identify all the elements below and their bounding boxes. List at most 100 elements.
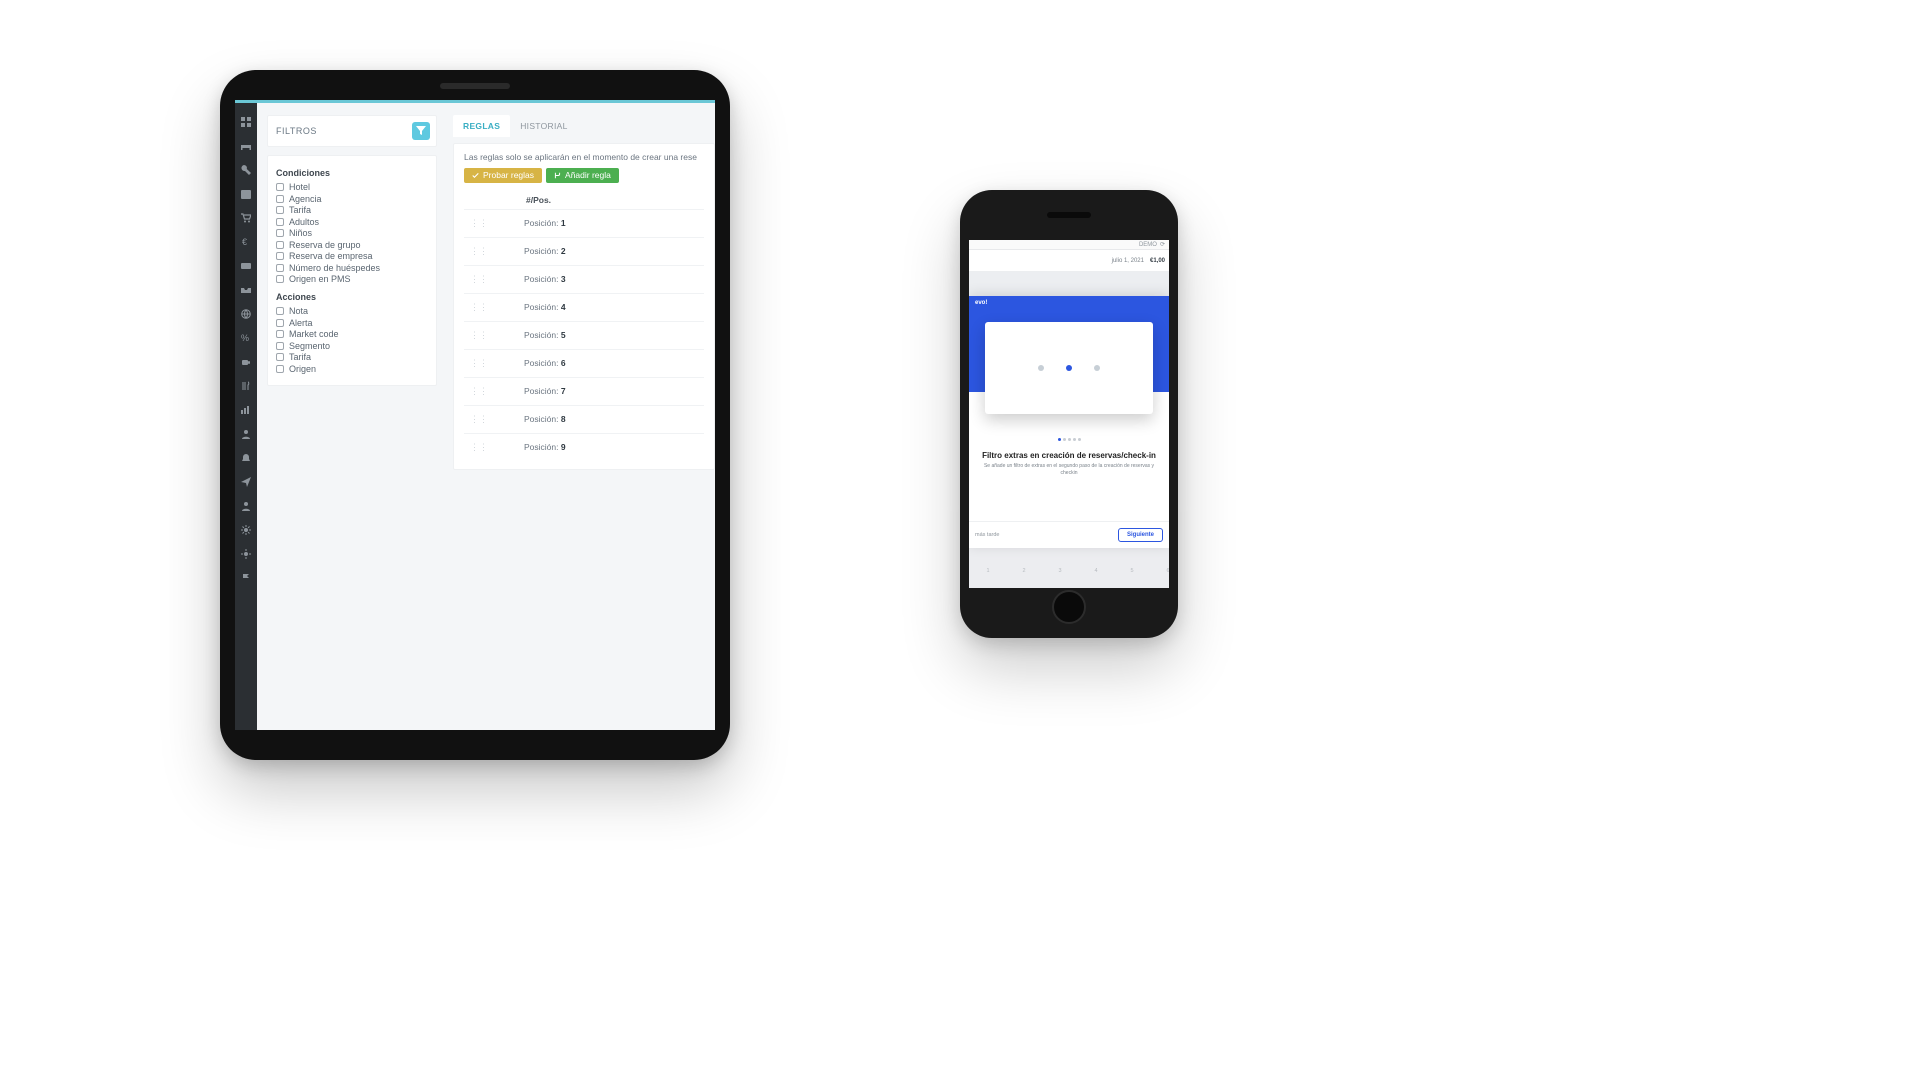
rule-row[interactable]: ⋮⋮Posición: 8 xyxy=(464,405,704,433)
drag-handle-icon[interactable]: ⋮⋮ xyxy=(464,330,478,341)
drag-handle-icon[interactable]: ⋮⋮ xyxy=(464,246,478,257)
nav-globe-icon[interactable] xyxy=(241,309,251,319)
test-rules-button[interactable]: Probar reglas xyxy=(464,168,542,183)
step-dot-active xyxy=(1066,365,1072,371)
rule-row[interactable]: ⋮⋮Posición: 9 xyxy=(464,433,704,461)
add-rule-button[interactable]: Añadir regla xyxy=(546,168,619,183)
nav-coffee-icon[interactable] xyxy=(241,357,251,367)
amount: €1,00 xyxy=(1150,258,1165,264)
phone-screen: DEMO ⟳ julio 1, 2021 €1,00 1 2 3 4 5 6 7… xyxy=(969,240,1169,588)
drag-handle-icon[interactable]: ⋮⋮ xyxy=(464,414,478,425)
checkbox-icon xyxy=(276,275,284,283)
condition-item[interactable]: Reserva de empresa xyxy=(276,251,428,261)
checkbox-icon xyxy=(276,307,284,315)
drag-handle-icon[interactable]: ⋮⋮ xyxy=(464,302,478,313)
rule-row[interactable]: ⋮⋮Posición: 6 xyxy=(464,349,704,377)
nav-gear-icon[interactable] xyxy=(241,525,251,535)
modal-footer: más tarde Siguiente xyxy=(969,521,1169,548)
checkbox-icon xyxy=(276,229,284,237)
svg-text:€: € xyxy=(242,237,247,247)
condition-item[interactable]: Hotel xyxy=(276,182,428,192)
drag-handle-icon[interactable]: ⋮⋮ xyxy=(464,218,478,229)
condition-item[interactable]: Reserva de grupo xyxy=(276,240,428,250)
rule-position: Posición: 2 xyxy=(478,246,704,256)
nav-gear2-icon[interactable] xyxy=(241,549,251,559)
rule-position: Posición: 5 xyxy=(478,330,704,340)
rule-row[interactable]: ⋮⋮Posición: 7 xyxy=(464,377,704,405)
rule-row[interactable]: ⋮⋮Posición: 5 xyxy=(464,321,704,349)
dot-icon xyxy=(1068,438,1071,441)
later-link[interactable]: más tarde xyxy=(975,532,999,538)
condition-item[interactable]: Agencia xyxy=(276,194,428,204)
rules-rows: ⋮⋮Posición: 1⋮⋮Posición: 2⋮⋮Posición: 3⋮… xyxy=(464,209,704,461)
date-range: julio 1, 2021 xyxy=(1112,258,1144,264)
nav-user2-icon[interactable] xyxy=(241,501,251,511)
nav-bell-icon[interactable] xyxy=(241,453,251,463)
tab-rules[interactable]: REGLAS xyxy=(453,115,510,137)
rule-row[interactable]: ⋮⋮Posición: 4 xyxy=(464,293,704,321)
rules-body: Las reglas solo se aplicarán en el momen… xyxy=(453,143,715,470)
nav-user-icon[interactable] xyxy=(241,429,251,439)
stepper xyxy=(1038,365,1100,371)
nav-bed-icon[interactable] xyxy=(241,141,251,151)
checkbox-icon xyxy=(276,319,284,327)
tab-history[interactable]: HISTORIAL xyxy=(510,115,577,137)
branch-icon xyxy=(554,172,561,179)
dot-icon xyxy=(1058,438,1061,441)
page-indicator xyxy=(979,438,1159,441)
drag-handle-icon[interactable]: ⋮⋮ xyxy=(464,442,478,453)
dot-icon xyxy=(1073,438,1076,441)
rule-row[interactable]: ⋮⋮Posición: 1 xyxy=(464,209,704,237)
rules-hint: Las reglas solo se aplicarán en el momen… xyxy=(464,152,704,162)
condition-item[interactable]: Adultos xyxy=(276,217,428,227)
tablet-device: € % FILTROS Condicio xyxy=(220,70,730,760)
nav-chart-icon[interactable] xyxy=(241,405,251,415)
dot-icon xyxy=(1063,438,1066,441)
nav-dashboard-icon[interactable] xyxy=(241,117,251,127)
rules-area: REGLAS HISTORIAL Las reglas solo se apli… xyxy=(447,103,715,730)
filters-body: Condiciones Hotel Agencia Tarifa Adultos… xyxy=(267,155,437,386)
checkbox-icon xyxy=(276,195,284,203)
action-item[interactable]: Nota xyxy=(276,306,428,316)
rule-row[interactable]: ⋮⋮Posición: 2 xyxy=(464,237,704,265)
tablet-screen: € % FILTROS Condicio xyxy=(235,100,715,730)
next-button[interactable]: Siguiente xyxy=(1118,528,1163,542)
drag-handle-icon[interactable]: ⋮⋮ xyxy=(464,386,478,397)
drag-handle-icon[interactable]: ⋮⋮ xyxy=(464,274,478,285)
nav-inbox-icon[interactable] xyxy=(241,285,251,295)
checkbox-icon xyxy=(276,365,284,373)
condition-item[interactable]: Niños xyxy=(276,228,428,238)
nav-wrench-icon[interactable] xyxy=(241,165,251,175)
nav-flag-icon[interactable] xyxy=(241,573,251,583)
nav-euro-icon[interactable]: € xyxy=(241,237,251,247)
action-item[interactable]: Market code xyxy=(276,329,428,339)
rule-position: Posición: 9 xyxy=(478,442,704,452)
nav-send-icon[interactable] xyxy=(241,477,251,487)
drag-handle-icon[interactable]: ⋮⋮ xyxy=(464,358,478,369)
nav-calendar-icon[interactable] xyxy=(241,189,251,199)
rule-position: Posición: 1 xyxy=(478,218,704,228)
checkbox-icon xyxy=(276,241,284,249)
action-item[interactable]: Alerta xyxy=(276,318,428,328)
rules-actions: Probar reglas Añadir regla xyxy=(464,168,704,183)
nav-cart-icon[interactable] xyxy=(241,213,251,223)
action-item[interactable]: Tarifa xyxy=(276,352,428,362)
nav-cash-icon[interactable] xyxy=(241,261,251,271)
checkbox-icon xyxy=(276,183,284,191)
refresh-icon[interactable]: ⟳ xyxy=(1160,241,1165,248)
apply-filter-button[interactable] xyxy=(412,122,430,140)
funnel-icon xyxy=(416,126,426,136)
nav-percent-icon[interactable]: % xyxy=(241,333,251,343)
rule-position: Posición: 7 xyxy=(478,386,704,396)
rule-row[interactable]: ⋮⋮Posición: 3 xyxy=(464,265,704,293)
condition-item[interactable]: Tarifa xyxy=(276,205,428,215)
onboarding-modal: evo! Filtro extras en cre xyxy=(969,296,1169,548)
condition-item[interactable]: Origen en PMS xyxy=(276,274,428,284)
condition-item[interactable]: Número de huéspedes xyxy=(276,263,428,273)
nav-food-icon[interactable] xyxy=(241,381,251,391)
demo-badge: DEMO xyxy=(1139,242,1157,248)
action-item[interactable]: Origen xyxy=(276,364,428,374)
step-dot xyxy=(1094,365,1100,371)
action-item[interactable]: Segmento xyxy=(276,341,428,351)
rule-position: Posición: 8 xyxy=(478,414,704,424)
